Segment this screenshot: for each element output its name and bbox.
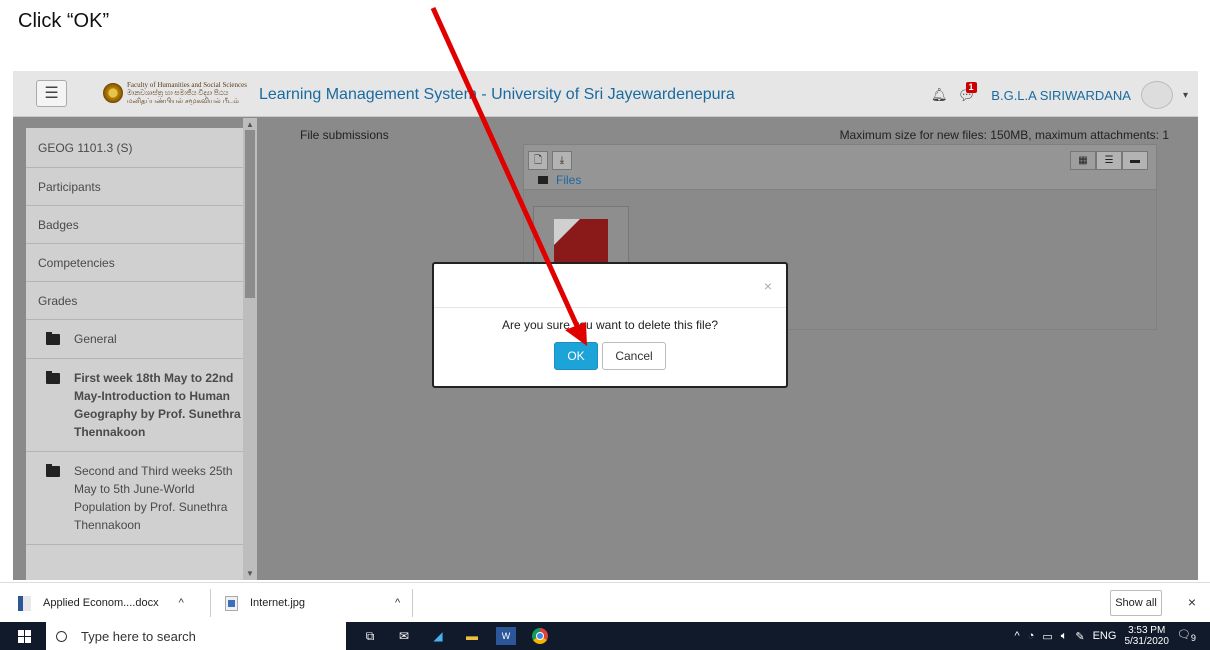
scroll-up-icon[interactable]: ▲ [246,120,254,129]
clock[interactable]: 3:53 PM 5/31/2020 [1124,625,1169,647]
sidebar-section-label: First week 18th May to 22nd May-Introduc… [74,371,241,439]
filepicker-toolbar: 🗋︎ ⤓ ▦ ☰ ▬ Files [523,144,1157,190]
taskbar-apps: ⧉ ✉ ◢ ▬ W [360,622,550,650]
sidebar-section-week1[interactable]: First week 18th May to 22nd May-Introduc… [26,359,255,452]
clock-date: 5/31/2020 [1124,636,1169,647]
download-item[interactable]: Internet.jpg ^ [225,583,400,623]
mail-icon[interactable]: ✉ [394,627,414,645]
messages-icon[interactable]: 💬︎ 1 [958,81,977,104]
navbar: ☰ Faculty of Humanities and Social Scien… [13,71,1198,117]
breadcrumb-files-link[interactable]: Files [556,173,581,187]
pen-icon[interactable]: ✎ [1075,630,1084,643]
sidebar-item-badges[interactable]: Badges [26,206,255,244]
university-seal-icon [103,83,123,103]
notification-count: 9 [1190,633,1196,644]
file-submissions-label: File submissions [300,128,389,142]
file-explorer-icon[interactable]: ▬ [462,627,482,645]
search-icon [56,630,67,642]
user-menu-area: 🔔︎ 💬︎ 1 B.G.L.A SIRIWARDANA ▾ [931,81,1188,109]
course-sidebar: GEOG 1101.3 (S) Participants Badges Comp… [26,128,255,580]
folder-icon [46,464,60,477]
battery-icon[interactable]: ▭ [1042,630,1052,643]
word-icon[interactable]: W [496,627,516,645]
chrome-icon[interactable] [530,627,550,645]
view-switcher: ▦ ☰ ▬ [1070,151,1148,170]
taskbar-search-input[interactable]: Type here to search [46,622,346,650]
folder-view-icon[interactable]: ▬ [1122,151,1148,170]
sidebar-item-grades[interactable]: Grades [26,282,255,320]
sidebar-section-label: Second and Third weeks 25th May to 5th J… [74,464,233,532]
sidebar-item-competencies[interactable]: Competencies [26,244,255,282]
show-all-button[interactable]: Show all [1110,590,1162,616]
logo-text: Faculty of Humanities and Social Science… [127,81,253,105]
sidebar-section-label: General [74,332,117,346]
chevron-up-icon[interactable]: ^ [179,597,184,609]
list-view-icon[interactable]: ☰ [1096,151,1122,170]
user-name[interactable]: B.G.L.A SIRIWARDANA [991,88,1131,103]
windows-start-icon[interactable] [18,630,31,643]
windows-taskbar: Type here to search ⧉ ✉ ◢ ▬ W ^ ◔ ▭ 🔈︎ ✎… [0,622,1210,650]
chevron-up-icon[interactable]: ^ [395,597,400,609]
folder-icon [538,176,548,184]
sidebar-item-label: Grades [38,293,78,308]
sidebar-item-label: Participants [38,179,101,194]
dialog-buttons: OK Cancel [434,342,786,370]
bell-icon[interactable]: 🔔︎ [931,87,948,103]
volume-icon[interactable]: 🔈︎ [1061,630,1068,643]
show-hidden-icons-icon[interactable]: ^ [1015,630,1020,642]
dialog-message: Are you sure you want to delete this fil… [501,318,719,332]
scroll-thumb[interactable] [245,130,255,298]
sidebar-section-general[interactable]: General [26,320,255,359]
folder-icon [46,332,60,345]
instruction-text: Click “OK” [18,10,110,32]
site-title[interactable]: Learning Management System - University … [259,86,735,104]
logo-line-tamil: மனிதப்பண்பியல் சமூகவியல் பீடம் [127,97,239,105]
breadcrumb: Files [538,173,581,187]
ok-button[interactable]: OK [554,342,598,370]
system-tray: ^ ◔ ▭ 🔈︎ ✎ ENG 3:53 PM 5/31/2020 🗨︎9 [1015,622,1196,650]
logo-line-sinhala: මානවශාස්ත්‍ර හා සමාජීය විද්‍යා පීඨය [127,89,229,97]
browser-screen: ☰ Faculty of Humanities and Social Scien… [13,71,1198,580]
download-filename: Applied Econom....docx [43,597,159,609]
faculty-logo[interactable]: Faculty of Humanities and Social Science… [103,81,253,105]
sidebar-item-label: Competencies [38,255,115,270]
search-placeholder: Type here to search [81,628,196,644]
max-size-info: Maximum size for new files: 150MB, maxim… [839,128,1169,142]
sidebar-item-label: Badges [38,217,79,232]
edge-icon[interactable]: ◢ [428,627,448,645]
sidebar-item-label: GEOG 1101.3 (S) [38,140,133,155]
task-view-icon[interactable]: ⧉ [360,627,380,645]
folder-icon [46,371,60,384]
download-all-button[interactable]: ⤓ [552,151,572,170]
downloads-bar: Applied Econom....docx ^ Internet.jpg ^ … [0,582,1210,622]
menu-toggle-button[interactable]: ☰ [36,80,67,107]
close-icon[interactable]: × [1188,594,1196,610]
chevron-down-icon[interactable]: ▾ [1183,90,1188,101]
grid-view-icon[interactable]: ▦ [1070,151,1096,170]
message-count-badge: 1 [965,81,977,93]
language-indicator[interactable]: ENG [1093,630,1117,642]
add-file-button[interactable]: 🗋︎ [528,151,548,170]
network-icon[interactable]: ◔ [1028,630,1035,642]
scroll-down-icon[interactable]: ▼ [246,569,254,578]
sidebar-section-week2-3[interactable]: Second and Third weeks 25th May to 5th J… [26,452,255,545]
dialog-header: × [434,264,786,308]
clock-time: 3:53 PM [1128,625,1166,636]
sidebar-item-course[interactable]: GEOG 1101.3 (S) [26,128,255,168]
sidebar-item-participants[interactable]: Participants [26,168,255,206]
avatar[interactable] [1140,81,1173,109]
download-filename: Internet.jpg [250,597,306,609]
confirm-delete-dialog: × Are you sure you want to delete this f… [432,262,788,388]
close-icon[interactable]: × [764,278,772,294]
download-item[interactable]: Applied Econom....docx ^ [18,583,184,623]
sidebar-scrollbar[interactable]: ▲ ▼ [243,118,257,580]
notifications-icon[interactable]: 🗨︎9 [1177,628,1196,643]
logo-line-english: Faculty of Humanities and Social Science… [127,81,247,89]
image-file-icon [225,595,238,611]
word-document-icon [18,595,31,611]
cancel-button[interactable]: Cancel [602,342,666,370]
